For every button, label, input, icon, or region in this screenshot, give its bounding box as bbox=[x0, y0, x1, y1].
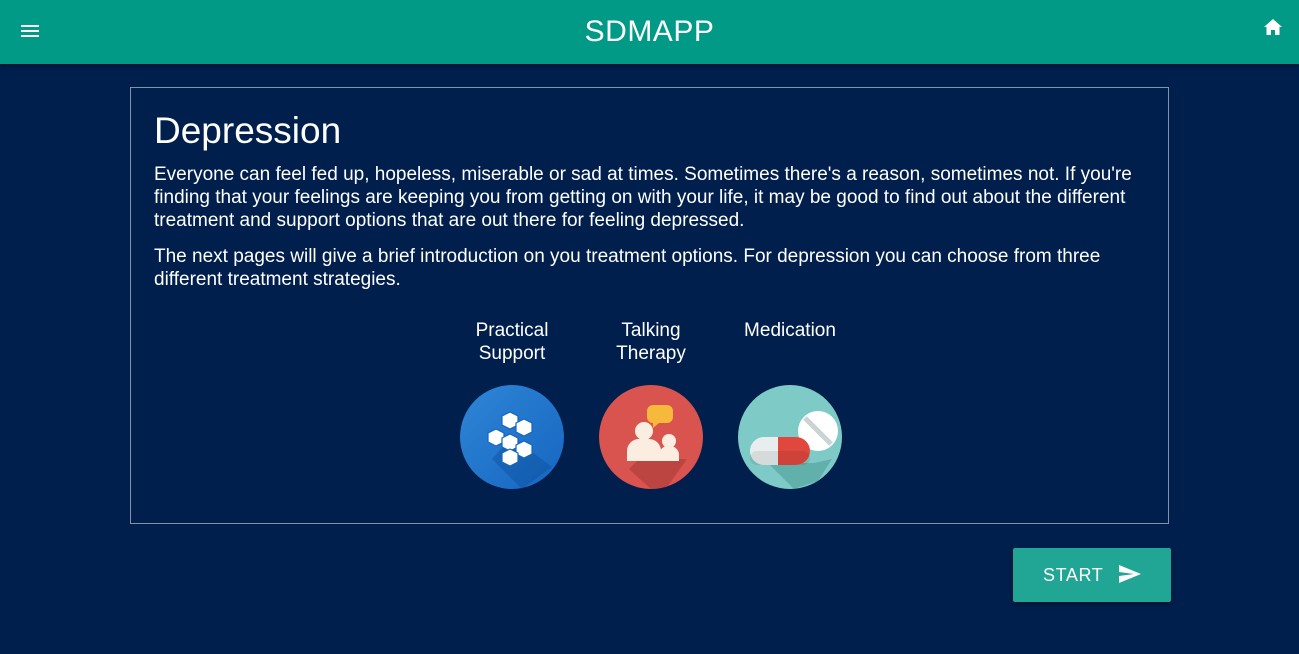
app-title: SDMAPP bbox=[584, 15, 715, 48]
option-talking-therapy[interactable]: Talking Therapy bbox=[591, 319, 711, 489]
intro-paragraph: Everyone can feel fed up, hopeless, mise… bbox=[154, 164, 1132, 231]
option-label: Medication bbox=[744, 320, 836, 341]
option-label: Practical Support bbox=[475, 320, 549, 364]
send-icon bbox=[1119, 565, 1141, 583]
option-medication[interactable]: Medication bbox=[730, 319, 850, 489]
start-button-label: START bbox=[1043, 565, 1104, 585]
cubes-icon bbox=[460, 385, 564, 489]
page-title: Depression bbox=[154, 110, 342, 151]
home-icon bbox=[1264, 19, 1282, 35]
people-talking-icon bbox=[599, 385, 703, 489]
option-practical-support[interactable]: Practical Support bbox=[452, 319, 572, 489]
start-button[interactable]: START bbox=[1013, 548, 1171, 602]
intro-card: Depression Everyone can feel fed up, hop… bbox=[130, 87, 1169, 524]
pills-icon bbox=[738, 385, 842, 489]
home-button[interactable] bbox=[1257, 12, 1289, 44]
options-paragraph: The next pages will give a brief introdu… bbox=[154, 246, 1101, 290]
option-label: Talking Therapy bbox=[616, 320, 686, 364]
app-bar: SDMAPP bbox=[0, 0, 1299, 64]
